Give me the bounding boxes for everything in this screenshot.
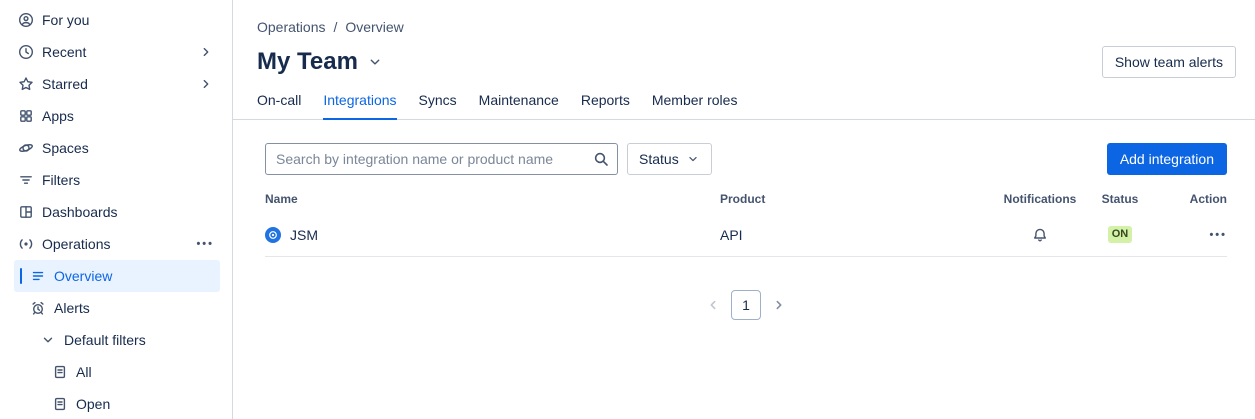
action-cell: ••• (1160, 229, 1227, 241)
title-row: My Team Show team alerts (233, 35, 1255, 78)
sidebar-item-label: Recent (42, 44, 198, 60)
sidebar-item-label: All (76, 364, 214, 380)
sidebar-item-label: Overview (54, 268, 202, 284)
status-filter-button[interactable]: Status (627, 143, 712, 175)
table-header-row: Name Product Notifications Status Action (265, 185, 1227, 213)
pagination: 1 (265, 290, 1227, 320)
tab-member-roles[interactable]: Member roles (652, 92, 738, 120)
notifications-cell (1000, 227, 1080, 243)
sidebar-item-operations[interactable]: Operations ••• (0, 228, 232, 260)
next-page-button[interactable] (771, 297, 787, 313)
sidebar-item-open[interactable]: Open (0, 388, 232, 419)
notification-bell-icon[interactable] (1032, 227, 1048, 243)
clock-icon (18, 44, 34, 60)
sidebar-item-label: Filters (42, 172, 214, 188)
sidebar-item-spaces[interactable]: Spaces (0, 132, 232, 164)
overview-list-icon (30, 268, 46, 284)
tab-maintenance[interactable]: Maintenance (479, 92, 559, 120)
sidebar-item-label: Starred (42, 76, 198, 92)
sidebar-item-all[interactable]: All (0, 356, 232, 388)
chevron-down-icon[interactable] (40, 332, 56, 348)
search-icon (593, 151, 609, 167)
sidebar-item-starred[interactable]: Starred (0, 68, 232, 100)
tab-bar: On-call Integrations Syncs Maintenance R… (233, 78, 1255, 120)
document-icon (52, 364, 68, 380)
chevron-right-icon[interactable] (198, 44, 214, 60)
add-integration-button[interactable]: Add integration (1107, 143, 1227, 175)
selected-indicator-bar (20, 268, 22, 284)
jsm-integration-icon (265, 227, 281, 243)
apps-grid-icon (18, 108, 34, 124)
person-icon (18, 12, 34, 28)
sidebar-item-for-you[interactable]: For you (0, 4, 232, 36)
sidebar: For you Recent Starred Apps (0, 0, 233, 419)
show-team-alerts-button[interactable]: Show team alerts (1102, 46, 1236, 78)
sidebar-item-label: Spaces (42, 140, 214, 156)
column-header-action: Action (1160, 192, 1227, 206)
integration-name: JSM (290, 227, 318, 243)
sidebar-item-label: Alerts (54, 300, 214, 316)
tab-syncs[interactable]: Syncs (419, 92, 457, 120)
sidebar-item-dashboards[interactable]: Dashboards (0, 196, 232, 228)
status-filter-label: Status (639, 151, 679, 167)
sidebar-item-alerts[interactable]: Alerts (0, 292, 232, 324)
chevron-down-icon[interactable] (367, 54, 383, 70)
column-header-name: Name (265, 192, 720, 206)
integrations-panel: Status Add integration Name Product Noti… (233, 143, 1255, 320)
tab-reports[interactable]: Reports (581, 92, 630, 120)
sidebar-item-label: Default filters (64, 332, 214, 348)
toolbar: Status Add integration (265, 143, 1227, 175)
column-header-status: Status (1080, 192, 1160, 206)
main-content: Operations / Overview My Team Show team … (233, 0, 1255, 419)
integrations-table: Name Product Notifications Status Action… (265, 185, 1227, 257)
sidebar-item-filters[interactable]: Filters (0, 164, 232, 196)
table-row: JSM API ON ••• (265, 213, 1227, 257)
page-1-button[interactable]: 1 (731, 290, 761, 320)
filter-icon (18, 172, 34, 188)
chevron-down-icon (686, 152, 700, 166)
sidebar-item-label: For you (42, 12, 214, 28)
breadcrumb-overview[interactable]: Overview (345, 19, 403, 35)
alert-bell-icon (30, 300, 46, 316)
sidebar-item-apps[interactable]: Apps (0, 100, 232, 132)
column-header-notifications: Notifications (1000, 192, 1080, 206)
chevron-right-icon[interactable] (198, 76, 214, 92)
status-cell: ON (1080, 226, 1160, 242)
sidebar-item-default-filters[interactable]: Default filters (0, 324, 232, 356)
column-header-product: Product (720, 192, 1000, 206)
sidebar-item-label: Open (76, 396, 214, 412)
sidebar-item-label: Operations (42, 236, 196, 252)
prev-page-button[interactable] (705, 297, 721, 313)
more-options-icon[interactable]: ••• (196, 238, 214, 250)
operations-icon (18, 236, 34, 252)
sidebar-item-label: Dashboards (42, 204, 214, 220)
page-title: My Team (257, 48, 358, 76)
spaces-icon (18, 140, 34, 156)
status-badge: ON (1108, 226, 1133, 242)
breadcrumb-separator: / (333, 19, 337, 35)
document-icon (52, 396, 68, 412)
dashboard-icon (18, 204, 34, 220)
row-actions-menu-icon[interactable]: ••• (1209, 229, 1227, 241)
integration-name-cell[interactable]: JSM (265, 227, 720, 243)
integration-product: API (720, 227, 1000, 243)
tab-integrations[interactable]: Integrations (323, 92, 396, 120)
app-window: For you Recent Starred Apps (0, 0, 1255, 419)
breadcrumb-operations[interactable]: Operations (257, 19, 325, 35)
sidebar-item-overview[interactable]: Overview (14, 260, 220, 292)
tab-on-call[interactable]: On-call (257, 92, 301, 120)
breadcrumb: Operations / Overview (233, 0, 1255, 35)
sidebar-item-recent[interactable]: Recent (0, 36, 232, 68)
search-input[interactable] (265, 143, 618, 175)
search-box (265, 143, 618, 175)
star-icon (18, 76, 34, 92)
sidebar-item-label: Apps (42, 108, 214, 124)
